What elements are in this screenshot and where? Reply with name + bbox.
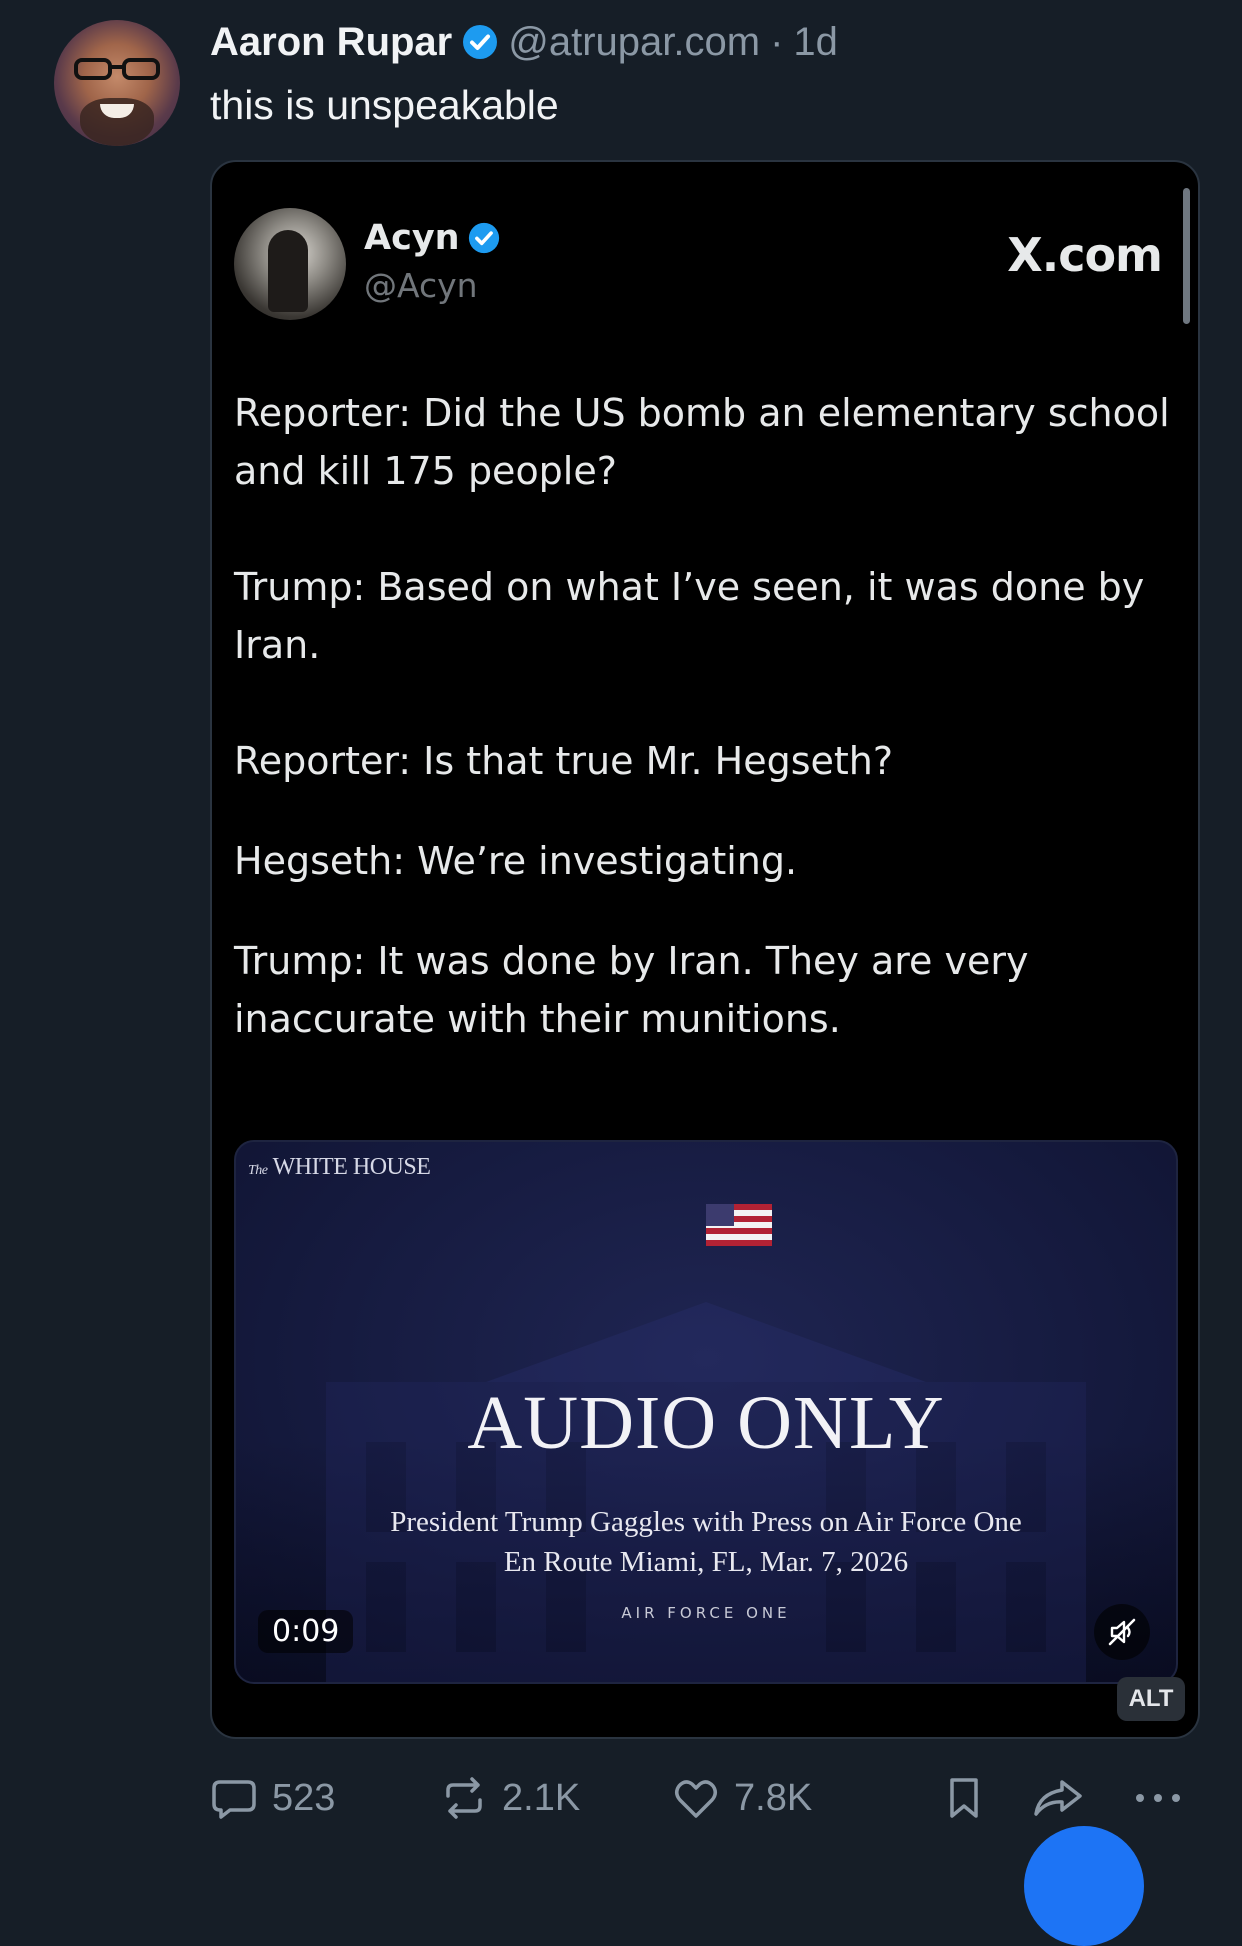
repost-icon — [446, 1777, 482, 1819]
post-time[interactable]: 1d — [793, 20, 838, 65]
bookmark-icon — [950, 1778, 978, 1818]
embed-paragraph: Hegseth: We’re investigating. — [234, 839, 798, 883]
like-button[interactable]: 7.8K — [672, 1768, 812, 1828]
action-bar: 523 2.1K 7.8K — [210, 1768, 1210, 1828]
embed-paragraph: Reporter: Did the US bomb an elementary … — [234, 391, 1170, 493]
embed-body: Reporter: Did the US bomb an elementary … — [234, 384, 1174, 1106]
post-header: Aaron Rupar @atrupar.com · 1d — [210, 14, 838, 70]
reply-icon — [212, 1780, 256, 1819]
header-separator: · — [770, 19, 784, 64]
audio-only-title: AUDIO ONLY — [467, 1381, 945, 1465]
embed-author-handle: @Acyn — [364, 266, 478, 305]
embed-author-name-row: Acyn — [364, 218, 500, 258]
embed-author-avatar — [234, 208, 346, 320]
x-com-logo: X.com — [1007, 228, 1163, 282]
reply-count: 523 — [272, 1776, 336, 1819]
alt-badge[interactable]: ALT — [1117, 1677, 1185, 1721]
embed-paragraph: Reporter: Is that true Mr. Hegseth? — [234, 739, 894, 783]
mute-icon — [1108, 1618, 1136, 1646]
embed-author-name: Acyn — [364, 218, 460, 258]
like-icon — [675, 1780, 717, 1818]
white-house-label-text: WHITE HOUSE — [272, 1154, 431, 1180]
embedded-image[interactable]: Acyn @Acyn X.com Reporter: Did the US bo… — [210, 160, 1200, 1739]
embed-scrollbar — [1183, 188, 1190, 324]
verified-badge-icon — [463, 25, 498, 59]
more-icon — [1136, 1794, 1180, 1802]
author-name[interactable]: Aaron Rupar — [210, 20, 452, 65]
compose-button[interactable] — [1024, 1826, 1144, 1946]
video-subtitle-line: President Trump Gaggles with Press on Ai… — [390, 1506, 1022, 1538]
post-text: this is unspeakable — [210, 82, 559, 128]
author-handle[interactable]: @atrupar.com — [508, 20, 760, 65]
air-force-one-label: AIR FORCE ONE — [621, 1604, 791, 1622]
mute-button[interactable] — [1094, 1604, 1150, 1660]
more-button[interactable] — [1130, 1768, 1186, 1828]
video-player[interactable]: The WHITE HOUSE AUDIO ONLY President Tru… — [234, 1140, 1178, 1684]
share-button[interactable] — [1030, 1768, 1086, 1828]
author-avatar[interactable] — [54, 20, 180, 146]
video-duration: 0:09 — [258, 1610, 354, 1653]
reply-button[interactable]: 523 — [210, 1768, 335, 1828]
flag-icon — [706, 1204, 772, 1246]
avatar-glasses — [74, 58, 160, 80]
embed-paragraph: Trump: Based on what I’ve seen, it was d… — [234, 565, 1145, 667]
white-house-label: The WHITE HOUSE — [248, 1154, 431, 1181]
repost-count: 2.1K — [502, 1776, 581, 1819]
repost-button[interactable]: 2.1K — [440, 1768, 580, 1828]
bookmark-button[interactable] — [940, 1768, 988, 1828]
video-subtitle-line: En Route Miami, FL, Mar. 7, 2026 — [503, 1546, 909, 1578]
video-subtitle: President Trump Gaggles with Press on Ai… — [236, 1502, 1176, 1582]
share-icon — [1034, 1780, 1082, 1816]
white-house-label-prefix: The — [248, 1163, 268, 1178]
like-count: 7.8K — [734, 1776, 813, 1819]
embed-paragraph: Trump: It was done by Iran. They are ver… — [234, 939, 1029, 1041]
embed-avatar-figure — [268, 230, 308, 312]
verified-badge-icon — [468, 222, 499, 254]
